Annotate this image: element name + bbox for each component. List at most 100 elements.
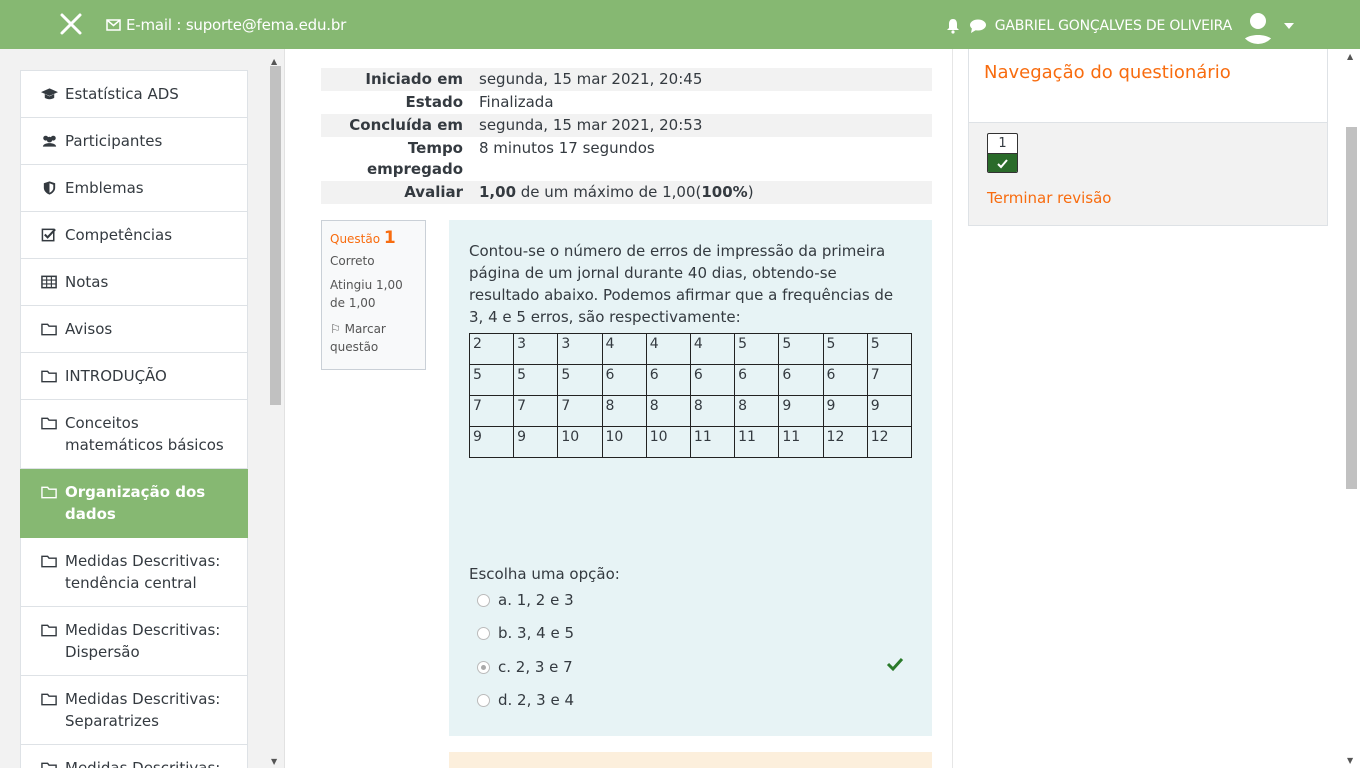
table-cell: 8 bbox=[645, 395, 691, 427]
question-text: Contou-se o número de erros de impressão… bbox=[469, 242, 894, 326]
nav-item-avisos[interactable]: Avisos bbox=[20, 306, 248, 353]
table-row: 9 9 10 10 10 11 11 11 12 12 bbox=[468, 426, 913, 458]
scroll-thumb[interactable] bbox=[270, 66, 281, 405]
summary-row-state: Estado Finalizada bbox=[321, 91, 932, 114]
quiz-navigation-title: Navegação do questionário bbox=[969, 49, 1327, 122]
option-a[interactable]: a. 1, 2 e 3 bbox=[477, 591, 574, 609]
nav-item-notas[interactable]: Notas bbox=[20, 259, 248, 306]
nav-item-separatrizes[interactable]: Medidas Descritivas: Separatrizes bbox=[20, 676, 248, 745]
flag-icon: ⚐ bbox=[330, 322, 341, 336]
table-cell: 9 bbox=[822, 395, 868, 427]
chevron-down-icon[interactable] bbox=[1284, 23, 1294, 29]
nav-item-organizacao[interactable]: Organização dos dados bbox=[20, 469, 248, 538]
top-navbar: E-mail : suporte@fema.edu.br GABRIEL GON… bbox=[0, 0, 1360, 49]
feedback-box bbox=[449, 752, 932, 768]
question-grade: Atingiu 1,00 de 1,00 bbox=[330, 278, 403, 310]
nav-item-label: Conceitos matemáticos básicos bbox=[65, 414, 224, 454]
radio-b[interactable] bbox=[477, 626, 490, 640]
folder-icon bbox=[41, 323, 57, 336]
drawer-scrollbar[interactable]: ▲ ▼ bbox=[268, 57, 283, 768]
nav-item-label: Medidas Descritivas: bbox=[65, 759, 221, 768]
table-row: 7778888999 bbox=[468, 395, 913, 427]
page-scrollbar[interactable]: ▲ ▼ bbox=[1343, 49, 1360, 768]
close-icon[interactable] bbox=[58, 11, 84, 37]
option-b[interactable]: b. 3, 4 e 5 bbox=[477, 624, 574, 642]
table-cell: 10 bbox=[557, 426, 603, 458]
question-nav-number: 1 bbox=[998, 136, 1007, 151]
table-cell: 7 bbox=[513, 395, 559, 427]
table-cell: 8 bbox=[734, 395, 780, 427]
flag-question-link[interactable]: ⚐ Marcar questão bbox=[330, 320, 417, 356]
table-cell: 7 bbox=[557, 395, 603, 427]
envelope-icon bbox=[106, 19, 121, 31]
chat-icon[interactable] bbox=[969, 18, 987, 34]
course-nav-list: Estatística ADS Participantes Emblemas C… bbox=[20, 70, 248, 768]
nav-item-label: Medidas Descritivas: tendência central bbox=[65, 552, 221, 592]
summary-value: 1,00 de um máximo de 1,00(100%) bbox=[473, 181, 932, 204]
quiz-navigation-body: 1 Terminar revisão bbox=[969, 122, 1327, 225]
summary-value: segunda, 15 mar 2021, 20:53 bbox=[479, 116, 703, 134]
nav-item-label: Competências bbox=[65, 226, 173, 244]
table-cell: 3 bbox=[513, 333, 559, 365]
summary-label-line: Tempo bbox=[407, 139, 463, 157]
radio-a[interactable] bbox=[477, 593, 490, 607]
summary-row-completed: Concluída em segunda, 15 mar 2021, 20:53 bbox=[321, 114, 932, 137]
folder-icon bbox=[41, 370, 57, 383]
question-nav-button[interactable]: 1 bbox=[987, 133, 1018, 173]
table-cell: 5 bbox=[557, 364, 603, 396]
graduation-cap-icon bbox=[41, 88, 58, 100]
question-label: Questão bbox=[330, 232, 381, 246]
nav-item-label: Medidas Descritivas: Dispersão bbox=[65, 621, 221, 661]
summary-row-time: Tempo empregado 8 minutos 17 segundos bbox=[321, 137, 932, 181]
table-cell: 9 bbox=[866, 395, 913, 427]
nav-item-medidas-more[interactable]: Medidas Descritivas: bbox=[20, 745, 248, 768]
nav-item-conceitos[interactable]: Conceitos matemáticos básicos bbox=[20, 400, 248, 469]
checkbox-icon bbox=[41, 228, 56, 242]
scroll-up-icon[interactable]: ▲ bbox=[271, 57, 277, 66]
radio-c[interactable] bbox=[477, 660, 490, 674]
scroll-thumb[interactable] bbox=[1346, 127, 1357, 489]
table-cell: 11 bbox=[689, 426, 736, 458]
folder-icon bbox=[41, 417, 57, 430]
avatar[interactable] bbox=[1240, 8, 1276, 44]
question-info: Questão 1 Correto Atingiu 1,00 de 1,00 ⚐… bbox=[321, 220, 426, 370]
nav-item-estatistica[interactable]: Estatística ADS bbox=[20, 70, 248, 118]
option-label: a. 1, 2 e 3 bbox=[498, 591, 574, 609]
summary-value: Finalizada bbox=[479, 93, 554, 111]
option-c[interactable]: c. 2, 3 e 7 bbox=[477, 658, 573, 676]
scroll-down-icon[interactable]: ▼ bbox=[1347, 756, 1353, 765]
radio-d[interactable] bbox=[477, 693, 490, 707]
option-d[interactable]: d. 2, 3 e 4 bbox=[477, 691, 574, 709]
nav-item-competencias[interactable]: Competências bbox=[20, 212, 248, 259]
nav-item-emblemas[interactable]: Emblemas bbox=[20, 165, 248, 212]
summary-label: Avaliar bbox=[404, 183, 463, 201]
nav-item-introducao[interactable]: INTRODUÇÃO bbox=[20, 353, 248, 400]
bell-icon[interactable] bbox=[945, 18, 961, 34]
nav-item-tendencia[interactable]: Medidas Descritivas: tendência central bbox=[20, 538, 248, 607]
folder-icon bbox=[41, 486, 57, 499]
nav-item-dispersao[interactable]: Medidas Descritivas: Dispersão bbox=[20, 607, 248, 676]
summary-value: 8 minutos 17 segundos bbox=[479, 139, 655, 157]
user-name[interactable]: GABRIEL GONÇALVES DE OLIVEIRA bbox=[995, 18, 1232, 34]
summary-value: segunda, 15 mar 2021, 20:45 bbox=[479, 70, 703, 88]
check-icon bbox=[997, 159, 1008, 169]
shield-icon bbox=[43, 181, 56, 195]
table-cell: 12 bbox=[866, 426, 913, 458]
scroll-down-icon[interactable]: ▼ bbox=[271, 757, 277, 766]
grade-percent: 100% bbox=[701, 183, 748, 201]
finish-review-link[interactable]: Terminar revisão bbox=[987, 189, 1111, 207]
table-cell: 11 bbox=[734, 426, 780, 458]
users-icon bbox=[42, 135, 57, 147]
scroll-up-icon[interactable]: ▲ bbox=[1347, 52, 1353, 61]
table-cell: 5 bbox=[734, 333, 780, 365]
table-cell: 9 bbox=[513, 426, 559, 458]
nav-item-label: Medidas Descritivas: Separatrizes bbox=[65, 690, 221, 730]
table-cell: 4 bbox=[601, 333, 647, 365]
nav-item-participantes[interactable]: Participantes bbox=[20, 118, 248, 165]
nav-item-label: Notas bbox=[65, 273, 109, 291]
support-email[interactable]: E-mail : suporte@fema.edu.br bbox=[106, 16, 346, 34]
table-row: 5556666667 bbox=[468, 364, 913, 396]
question-state: Correto bbox=[330, 254, 375, 268]
table-cell: 5 bbox=[513, 364, 559, 396]
folder-icon bbox=[41, 762, 57, 768]
